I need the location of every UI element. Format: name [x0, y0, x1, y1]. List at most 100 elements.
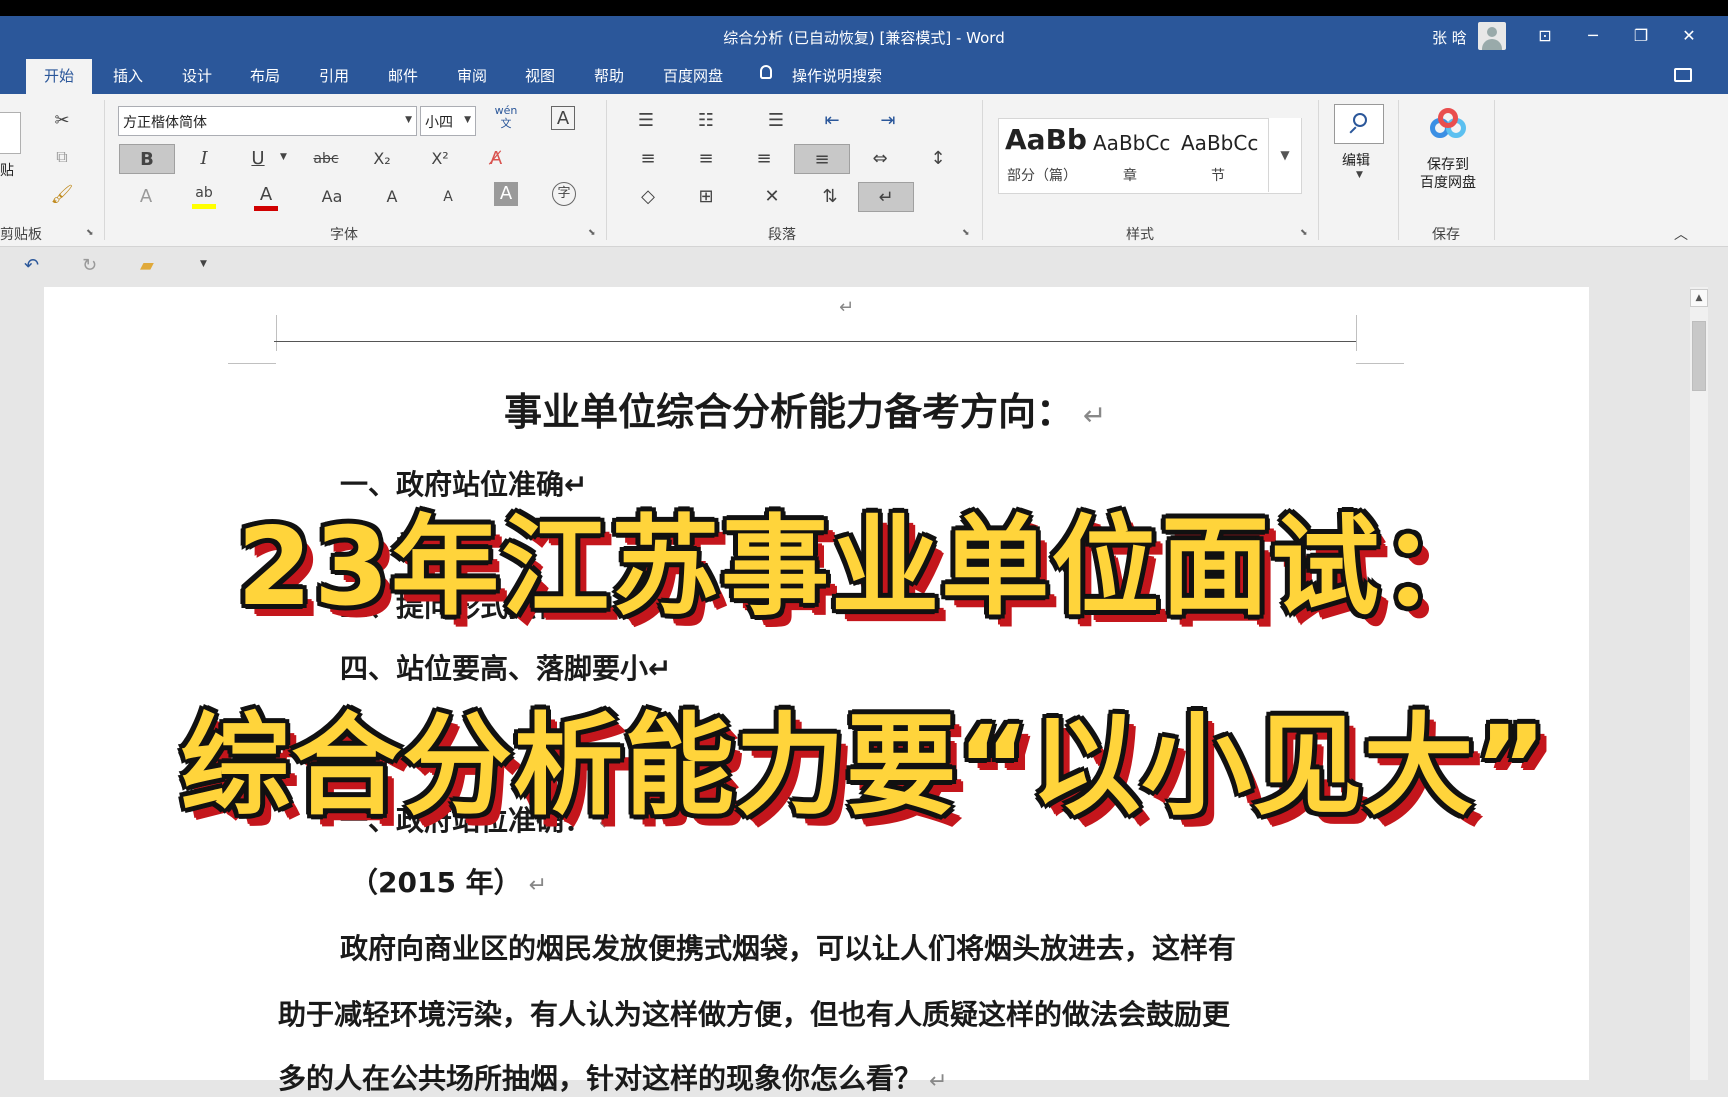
user-name[interactable]: 张 晗	[1432, 27, 1467, 48]
numbering-icon[interactable]: ☷	[690, 106, 722, 136]
scroll-thumb[interactable]	[1692, 321, 1706, 391]
tab-baidu-netdisk[interactable]: 百度网盘	[663, 65, 723, 86]
multilevel-list-icon[interactable]: ☰	[760, 106, 792, 136]
styles-launcher-icon[interactable]: ⬊	[1300, 228, 1308, 238]
tab-home[interactable]: 开始	[26, 59, 93, 94]
style-item-part[interactable]: AaBb 部分（篇）	[999, 119, 1087, 193]
subscript-button[interactable]: X₂	[366, 144, 398, 174]
doc-paragraph-line-2[interactable]: 助于减轻环境污染，有人认为这样做方便，但也有人质疑这样的做法会鼓励更	[278, 993, 1230, 1033]
tab-review[interactable]: 审阅	[457, 65, 487, 86]
save-to-baidu-button[interactable]: 保存到 百度网盘	[1420, 156, 1476, 192]
tab-help[interactable]: 帮助	[594, 65, 624, 86]
character-border-icon[interactable]: A	[551, 106, 575, 130]
tab-insert[interactable]: 插入	[113, 65, 143, 86]
italic-button[interactable]: I	[188, 144, 220, 174]
grow-font-button[interactable]: A	[376, 182, 408, 212]
chevron-down-icon[interactable]: ▼	[280, 152, 287, 162]
clipboard-launcher-icon[interactable]: ⬊	[86, 228, 94, 238]
header-paragraph-mark: ↵	[839, 297, 855, 318]
enclose-characters-button[interactable]: 字	[552, 182, 576, 206]
format-painter-icon[interactable]: 🖌	[46, 180, 78, 210]
redo-icon[interactable]: ↻	[82, 255, 97, 276]
chinese-layout-icon[interactable]: ✕	[756, 182, 788, 212]
show-paragraph-marks-icon[interactable]: ↵	[858, 182, 914, 212]
tab-references[interactable]: 引用	[319, 65, 349, 86]
superscript-button[interactable]: X²	[424, 144, 456, 174]
align-center-icon[interactable]: ≡	[690, 144, 722, 174]
title-bar: 综合分析 (已自动恢复) [兼容模式] - Word 张 晗 ⊡ ─ ❐ ✕	[0, 16, 1728, 56]
window-title: 综合分析 (已自动恢复) [兼容模式] - Word	[723, 29, 1005, 47]
margin-corner	[228, 363, 276, 364]
baidu-netdisk-icon[interactable]	[1426, 108, 1470, 142]
font-size-input[interactable]: 小四 ▼	[420, 106, 476, 136]
header-rule	[274, 341, 1356, 342]
font-launcher-icon[interactable]: ⬊	[588, 228, 596, 238]
scroll-up-icon[interactable]: ▲	[1690, 289, 1708, 307]
customize-qat-icon[interactable]: ▼	[200, 259, 207, 269]
sort-icon[interactable]: ⇅	[814, 182, 846, 212]
phonetic-guide-icon[interactable]: wén 文	[490, 104, 522, 134]
margin-corner	[1356, 363, 1404, 364]
bullets-icon[interactable]: ☰	[630, 106, 662, 136]
copy-icon[interactable]: ⧉	[46, 142, 78, 172]
group-separator	[1398, 100, 1399, 240]
tab-design[interactable]: 设计	[182, 65, 212, 86]
highlight-icon[interactable]: ab	[188, 178, 220, 209]
bold-button[interactable]: B	[119, 144, 175, 174]
user-avatar[interactable]	[1478, 22, 1506, 50]
undo-icon[interactable]: ↶	[24, 255, 39, 276]
collapse-ribbon-icon[interactable]: ︿	[1674, 224, 1688, 244]
character-shading-icon[interactable]: A	[494, 182, 518, 206]
borders-icon[interactable]: ⊞	[690, 182, 722, 212]
minimize-icon[interactable]: ─	[1578, 22, 1608, 50]
find-icon[interactable]	[1334, 104, 1384, 144]
doc-paragraph-line-3[interactable]: 多的人在公共场所抽烟，针对这样的现象你怎么看？ ↵	[278, 1057, 947, 1097]
font-group-label: 字体	[330, 227, 358, 243]
align-right-icon[interactable]: ≡	[748, 144, 780, 174]
line-spacing-icon[interactable]: ↕	[922, 144, 954, 174]
paste-label[interactable]: 贴	[0, 160, 14, 180]
cut-icon[interactable]: ✂	[46, 106, 78, 136]
paste-icon[interactable]	[0, 112, 21, 154]
document-title[interactable]: 事业单位综合分析能力备考方向： ↵	[504, 381, 1106, 436]
tell-me-search[interactable]: 操作说明搜索	[792, 65, 882, 86]
open-folder-icon[interactable]: ▰	[140, 255, 154, 276]
style-item-chapter[interactable]: AaBbCc 章	[1087, 119, 1173, 193]
ribbon-display-options-icon[interactable]: ⊡	[1530, 22, 1560, 50]
ribbon-home: 贴 ✂ ⧉ 🖌 剪贴板 ⬊ 方正楷体简体 ▼ 小四 ▼ wén 文 A B I U ▼…	[0, 94, 1728, 247]
close-icon[interactable]: ✕	[1674, 22, 1704, 50]
save-group-label: 保存	[1432, 227, 1460, 243]
styles-more-icon[interactable]: ▼	[1268, 118, 1301, 192]
distributed-icon[interactable]: ⇔	[864, 144, 896, 174]
vertical-scrollbar[interactable]: ▲	[1690, 287, 1708, 1080]
font-name-input[interactable]: 方正楷体简体 ▼	[118, 106, 417, 136]
change-case-button[interactable]: Aa	[316, 182, 348, 212]
tab-layout[interactable]: 布局	[250, 65, 280, 86]
doc-paragraph-line-1[interactable]: 政府向商业区的烟民发放便携式烟袋，可以让人们将烟头放进去，这样有	[340, 927, 1236, 967]
editing-label[interactable]: 编辑	[1342, 150, 1370, 170]
styles-group-label: 样式	[1126, 227, 1154, 243]
underline-button[interactable]: U	[242, 144, 274, 174]
tab-mailings[interactable]: 邮件	[388, 65, 418, 86]
styles-gallery[interactable]: AaBb 部分（篇） AaBbCc 章 AaBbCc 节	[998, 118, 1302, 194]
clipboard-group-label: 剪贴板	[0, 227, 42, 243]
paragraph-launcher-icon[interactable]: ⬊	[962, 228, 970, 238]
style-item-section[interactable]: AaBbCc 节	[1175, 119, 1261, 193]
shrink-font-button[interactable]: A	[432, 182, 464, 212]
decrease-indent-icon[interactable]: ⇤	[816, 106, 848, 136]
doc-year[interactable]: （2015 年） ↵	[350, 861, 547, 901]
restore-icon[interactable]: ❐	[1626, 22, 1656, 50]
align-left-icon[interactable]: ≡	[632, 144, 664, 174]
chevron-down-icon: ▼	[405, 115, 412, 125]
strikethrough-button[interactable]: abc	[308, 144, 344, 174]
chevron-down-icon[interactable]: ▼	[1356, 170, 1363, 180]
comments-icon[interactable]	[1674, 68, 1692, 82]
tab-view[interactable]: 视图	[525, 65, 555, 86]
shading-icon[interactable]: ◇	[632, 182, 664, 212]
clear-formatting-icon[interactable]: A̸	[480, 144, 512, 174]
increase-indent-icon[interactable]: ⇥	[872, 106, 904, 136]
text-effects-icon[interactable]: A	[130, 182, 162, 212]
justify-icon[interactable]: ≡	[794, 144, 850, 174]
lightbulb-icon	[760, 65, 772, 79]
font-color-icon[interactable]: A	[250, 180, 282, 211]
